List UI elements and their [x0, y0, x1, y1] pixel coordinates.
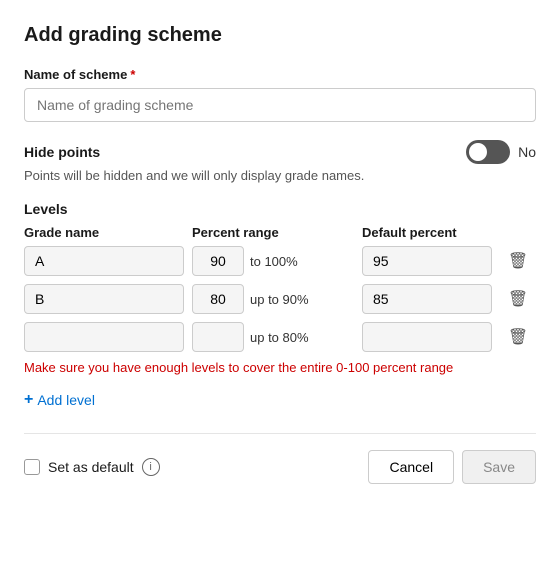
percent-range-1: to 100%	[192, 246, 354, 276]
levels-header: Grade name Percent range Default percent	[24, 225, 536, 246]
levels-title: Levels	[24, 201, 536, 217]
grade-name-input-1[interactable]	[24, 246, 184, 276]
add-level-button[interactable]: + Add level	[24, 387, 95, 413]
scheme-label: Name of scheme*	[24, 67, 536, 82]
info-icon[interactable]: i	[142, 458, 160, 476]
percent-range-label-1: to 100%	[250, 254, 298, 269]
toggle-area: No	[466, 140, 536, 164]
trash-icon-2: 🗑	[508, 289, 528, 309]
col-grade-name: Grade name	[24, 225, 184, 240]
col-percent-range: Percent range	[192, 225, 354, 240]
hide-points-row: Hide points No	[24, 140, 536, 164]
set-default-label: Set as default	[48, 459, 134, 475]
grade-name-input-3[interactable]	[24, 322, 184, 352]
set-default-checkbox[interactable]	[24, 459, 40, 475]
percent-min-input-2[interactable]	[192, 284, 244, 314]
set-as-default-section: Set as default i	[24, 458, 160, 476]
percent-min-input-1[interactable]	[192, 246, 244, 276]
trash-icon-3: 🗑	[508, 327, 528, 347]
percent-range-label-2: up to 90%	[250, 292, 309, 307]
percent-range-3: up to 80%	[192, 322, 354, 352]
hide-points-subtitle: Points will be hidden and we will only d…	[24, 168, 536, 183]
trash-icon-1: 🗑	[508, 251, 528, 271]
hide-points-toggle[interactable]	[466, 140, 510, 164]
toggle-no-label: No	[518, 144, 536, 160]
percent-min-input-3[interactable]	[192, 322, 244, 352]
scheme-name-input[interactable]	[24, 88, 536, 122]
cancel-button[interactable]: Cancel	[368, 450, 454, 484]
table-row: up to 80% 🗑	[24, 322, 536, 352]
col-default-percent: Default percent	[362, 225, 492, 240]
footer: Set as default i Cancel Save	[24, 433, 536, 484]
delete-row-button-2[interactable]: 🗑	[500, 285, 536, 313]
percent-range-label-3: up to 80%	[250, 330, 309, 345]
levels-section: Levels Grade name Percent range Default …	[24, 201, 536, 413]
save-button[interactable]: Save	[462, 450, 536, 484]
default-percent-input-3[interactable]	[362, 322, 492, 352]
footer-buttons: Cancel Save	[368, 450, 536, 484]
add-level-label: Add level	[37, 392, 95, 408]
grade-name-input-2[interactable]	[24, 284, 184, 314]
table-row: to 100% 🗑	[24, 246, 536, 276]
percent-range-2: up to 90%	[192, 284, 354, 314]
table-row: up to 90% 🗑	[24, 284, 536, 314]
default-percent-input-1[interactable]	[362, 246, 492, 276]
error-message: Make sure you have enough levels to cove…	[24, 360, 536, 375]
delete-row-button-1[interactable]: 🗑	[500, 247, 536, 275]
name-of-scheme-section: Name of scheme*	[24, 67, 536, 122]
delete-row-button-3[interactable]: 🗑	[500, 323, 536, 351]
toggle-knob	[469, 143, 487, 161]
default-percent-input-2[interactable]	[362, 284, 492, 314]
plus-icon: +	[24, 391, 33, 409]
page-title: Add grading scheme	[24, 24, 536, 47]
hide-points-label: Hide points	[24, 144, 100, 160]
